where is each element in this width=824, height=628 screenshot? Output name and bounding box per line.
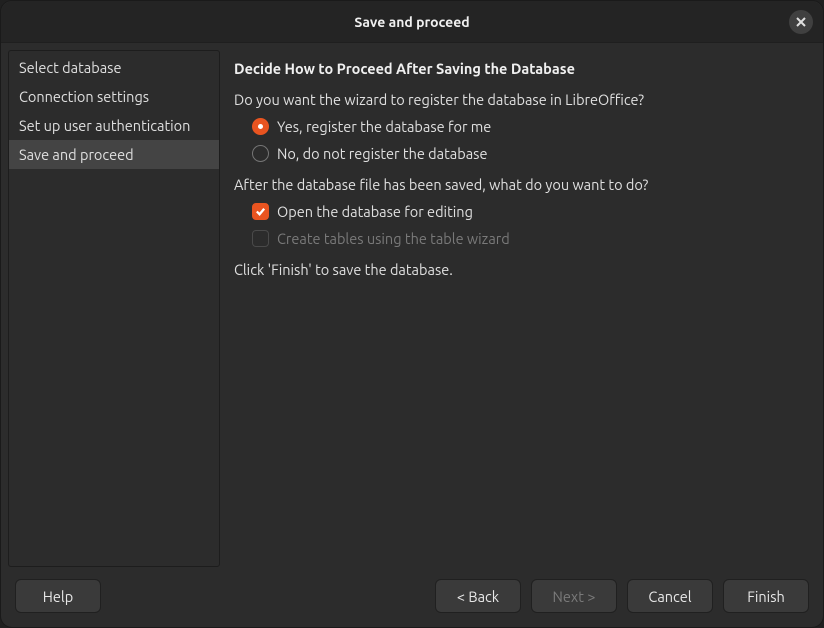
window-title: Save and proceed xyxy=(354,14,469,30)
dialog-body: Select database Connection settings Set … xyxy=(1,43,823,567)
checkbox-icon xyxy=(252,203,269,220)
sidebar-item-user-authentication[interactable]: Set up user authentication xyxy=(9,111,219,140)
dialog-footer: Help < Back Next > Cancel Finish xyxy=(1,567,823,627)
wizard-content: Decide How to Proceed After Saving the D… xyxy=(220,50,816,567)
checkbox-icon xyxy=(252,230,269,247)
after-save-question: After the database file has been saved, … xyxy=(234,176,806,193)
create-tables-option: Create tables using the table wizard xyxy=(234,230,806,247)
after-save-question-block: After the database file has been saved, … xyxy=(234,176,806,247)
sidebar-item-connection-settings[interactable]: Connection settings xyxy=(9,82,219,111)
open-for-editing-label: Open the database for editing xyxy=(277,203,473,220)
close-button[interactable] xyxy=(789,10,813,34)
next-button: Next > xyxy=(531,579,617,613)
sidebar-item-save-and-proceed[interactable]: Save and proceed xyxy=(9,140,219,169)
sidebar-item-select-database[interactable]: Select database xyxy=(9,53,219,82)
page-heading: Decide How to Proceed After Saving the D… xyxy=(234,60,806,77)
close-icon xyxy=(796,17,806,27)
register-question: Do you want the wizard to register the d… xyxy=(234,91,806,108)
register-no-option[interactable]: No, do not register the database xyxy=(234,145,806,162)
radio-icon xyxy=(252,118,269,135)
create-tables-label: Create tables using the table wizard xyxy=(277,230,510,247)
register-yes-label: Yes, register the database for me xyxy=(277,118,491,135)
back-button[interactable]: < Back xyxy=(435,579,521,613)
register-yes-option[interactable]: Yes, register the database for me xyxy=(234,118,806,135)
wizard-steps-sidebar: Select database Connection settings Set … xyxy=(8,50,220,567)
dialog-window: Save and proceed Select database Connect… xyxy=(0,0,824,628)
finish-button[interactable]: Finish xyxy=(723,579,809,613)
titlebar: Save and proceed xyxy=(1,1,823,43)
register-question-block: Do you want the wizard to register the d… xyxy=(234,91,806,162)
help-button[interactable]: Help xyxy=(15,579,101,613)
radio-icon xyxy=(252,145,269,162)
open-for-editing-option[interactable]: Open the database for editing xyxy=(234,203,806,220)
cancel-button[interactable]: Cancel xyxy=(627,579,713,613)
register-no-label: No, do not register the database xyxy=(277,145,487,162)
finish-hint: Click 'Finish' to save the database. xyxy=(234,261,806,278)
